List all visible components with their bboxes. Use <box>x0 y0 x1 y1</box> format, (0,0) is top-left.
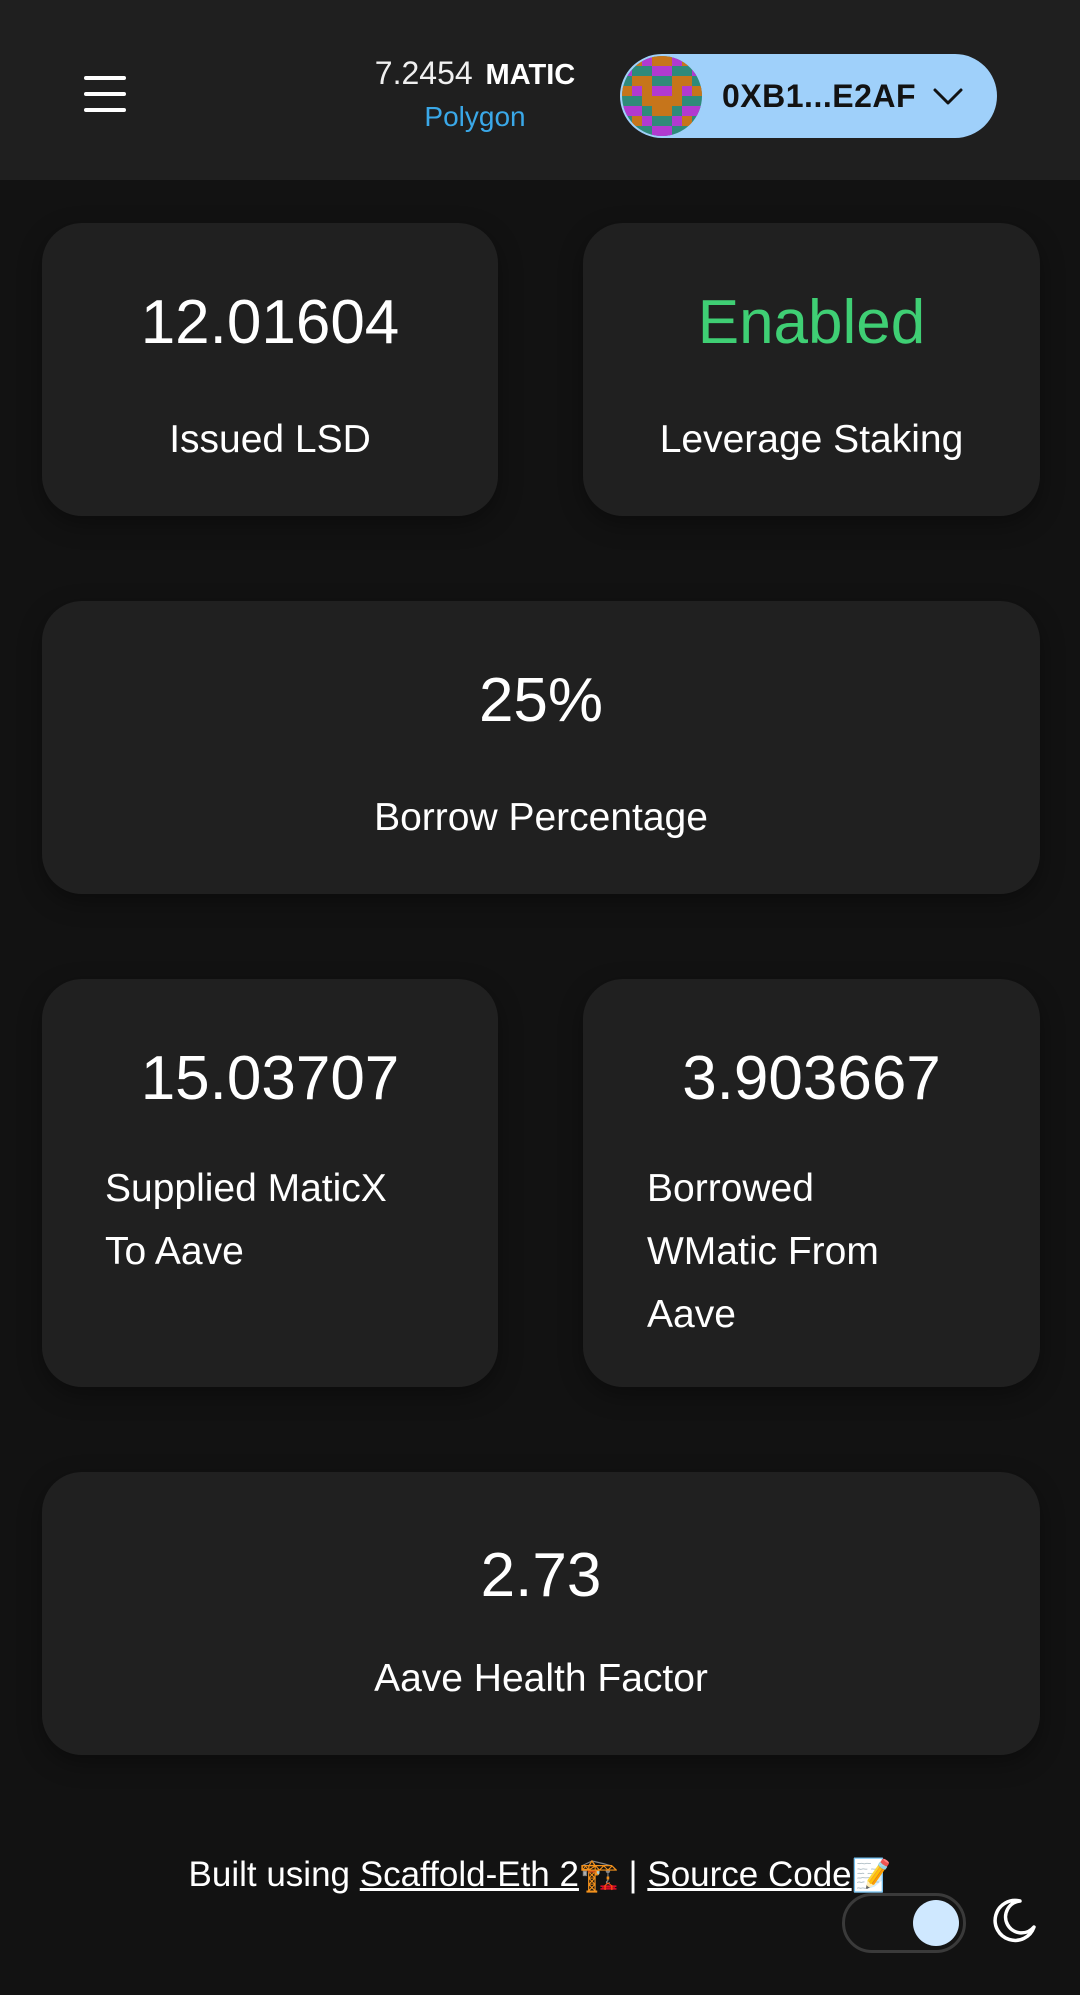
borrowed-wmatic-value: 3.903667 <box>682 1044 941 1113</box>
balance-line: 7.2454 MATIC <box>340 50 610 98</box>
issued-lsd-card: 12.01604 Issued LSD <box>42 223 498 516</box>
health-factor-label: Aave Health Factor <box>374 1657 708 1700</box>
issued-lsd-value: 12.01604 <box>140 288 400 357</box>
balance-amount: 7.2454 <box>374 55 473 91</box>
supplied-maticx-label-line2: To Aave <box>105 1230 244 1273</box>
theme-toggle[interactable] <box>842 1893 966 1953</box>
borrowed-wmatic-card: 3.903667 Borrowed WMatic From Aave <box>583 979 1040 1387</box>
network-name: Polygon <box>424 101 526 132</box>
top-bar: 7.2454 MATIC Polygon 0XB1...E2AF <box>0 0 1080 180</box>
footer-credits: Built using Scaffold-Eth 2🏗️ | Source Co… <box>0 1855 1080 1895</box>
source-code-link[interactable]: Source Code <box>647 1855 851 1894</box>
memo-icon: 📝 <box>851 1857 892 1893</box>
borrowed-wmatic-label-line1: Borrowed <box>647 1167 814 1210</box>
leverage-staking-label: Leverage Staking <box>659 418 964 461</box>
borrowed-wmatic-label: Borrowed WMatic From Aave <box>647 1157 1020 1346</box>
wallet-account-button[interactable]: 0XB1...E2AF <box>620 54 997 138</box>
borrowed-wmatic-label-line2: WMatic From <box>647 1230 879 1273</box>
leverage-staking-card: Enabled Leverage Staking <box>583 223 1040 516</box>
chevron-down-icon <box>933 88 963 105</box>
borrow-percentage-value: 25% <box>478 666 604 735</box>
balance-symbol: MATIC <box>485 59 576 91</box>
footer-separator: | <box>618 1855 648 1894</box>
hamburger-menu-icon[interactable] <box>80 74 130 114</box>
balance-display: 7.2454 MATIC Polygon <box>340 50 610 136</box>
wallet-address: 0XB1...E2AF <box>722 77 917 114</box>
issued-lsd-label: Issued LSD <box>169 418 371 461</box>
leverage-staking-status: Enabled <box>697 288 926 357</box>
footer-prefix: Built using <box>188 1855 360 1894</box>
borrow-percentage-label: Borrow Percentage <box>374 796 708 839</box>
supplied-maticx-card: 15.03707 Supplied MaticX To Aave <box>42 979 498 1387</box>
supplied-maticx-value: 15.03707 <box>140 1044 400 1113</box>
supplied-maticx-label: Supplied MaticX To Aave <box>105 1157 478 1283</box>
crane-icon: 🏗️ <box>578 1857 619 1893</box>
blockie-avatar <box>622 56 702 136</box>
borrowed-wmatic-label-line3: Aave <box>647 1293 736 1336</box>
borrow-percentage-card: 25% Borrow Percentage <box>42 601 1040 894</box>
health-factor-value: 2.73 <box>480 1541 602 1610</box>
supplied-maticx-label-line1: Supplied MaticX <box>105 1167 387 1210</box>
scaffold-eth-link[interactable]: Scaffold-Eth 2 <box>360 1855 579 1894</box>
theme-toggle-knob <box>913 1900 959 1946</box>
health-factor-card: 2.73 Aave Health Factor <box>42 1472 1040 1755</box>
moon-icon <box>993 1898 1036 1943</box>
